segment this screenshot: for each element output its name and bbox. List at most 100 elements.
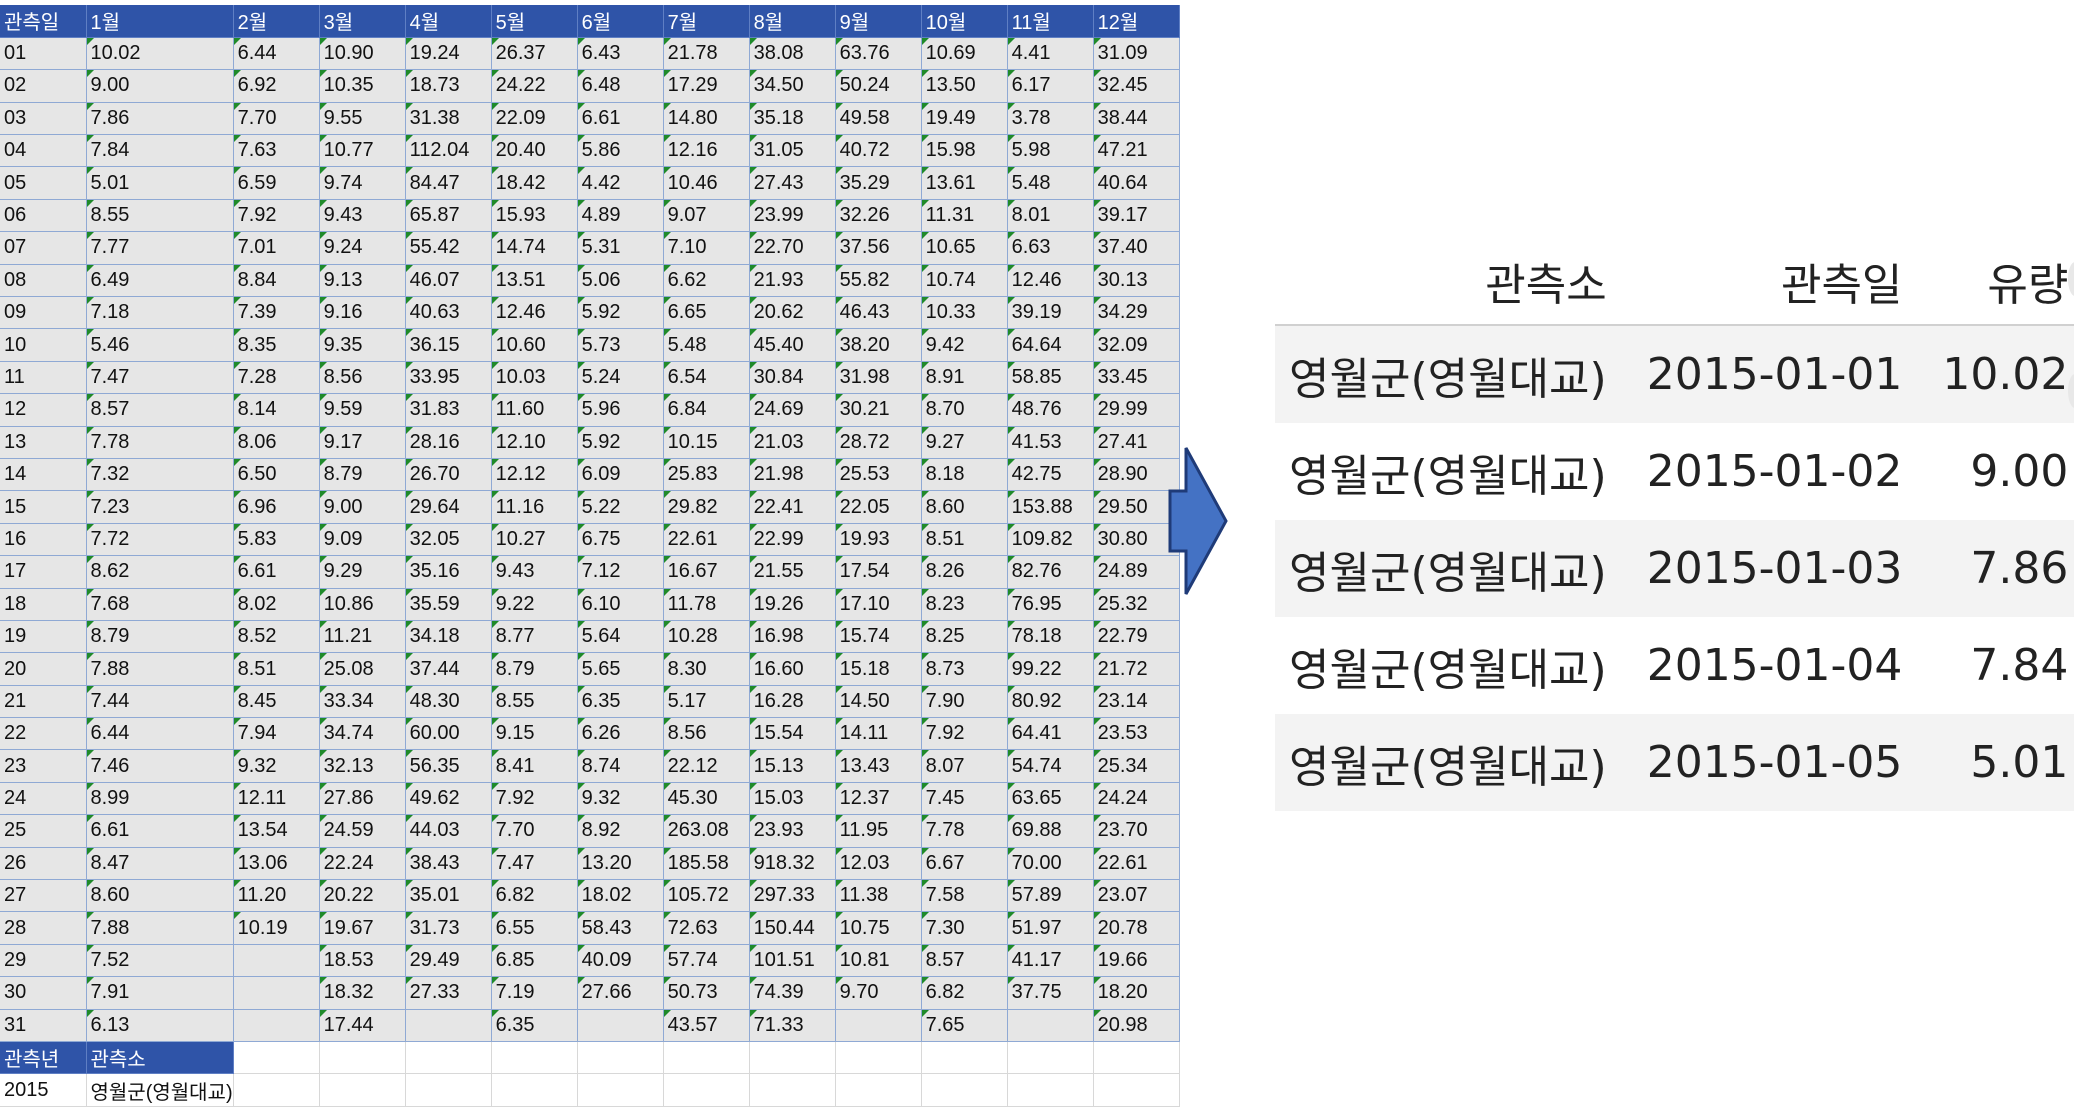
flow-cell[interactable]: 7.45 [921,782,1008,816]
flow-cell[interactable]: 38.43 [405,847,492,881]
flow-cell[interactable]: 5.73 [577,328,664,362]
flow-cell[interactable]: 7.39 [233,296,320,330]
flow-cell[interactable]: 33.95 [405,361,492,395]
flow-cell[interactable]: 30.13 [1093,264,1180,298]
row-day-cell[interactable]: 25 [0,814,87,848]
flow-cell[interactable]: 30.21 [835,393,922,427]
flow-cell[interactable]: 41.17 [1007,944,1094,978]
flow-cell[interactable]: 15.13 [749,749,836,783]
flow-cell[interactable]: 22.24 [319,847,406,881]
flow-cell[interactable]: 54.74 [1007,749,1094,783]
flow-cell[interactable]: 24.69 [749,393,836,427]
flow-cell[interactable]: 7.28 [233,361,320,395]
flow-cell[interactable]: 18.53 [319,944,406,978]
flow-cell[interactable]: 27.66 [577,976,664,1010]
flow-cell[interactable]: 17.10 [835,588,922,621]
flow-cell[interactable]: 105.72 [663,879,750,913]
flow-cell[interactable]: 7.92 [491,782,578,816]
empty-cell[interactable] [1007,1041,1094,1075]
row-day-cell[interactable]: 12 [0,393,87,427]
flow-cell[interactable]: 32.13 [319,749,406,783]
flow-cell[interactable]: 4.42 [577,166,664,200]
row-day-cell[interactable]: 27 [0,879,87,913]
flow-cell[interactable]: 51.97 [1007,911,1094,945]
flow-cell[interactable]: 5.46 [86,328,234,362]
flow-cell[interactable]: 5.92 [577,426,664,459]
flow-cell[interactable]: 32.05 [405,523,492,557]
flow-cell[interactable]: 5.31 [577,231,664,265]
flow-cell[interactable]: 14.74 [491,231,578,265]
row-day-cell[interactable]: 06 [0,199,87,233]
flow-cell[interactable]: 43.57 [663,1009,750,1043]
flow-cell[interactable]: 9.27 [921,426,1008,459]
flow-cell[interactable]: 12.16 [663,134,750,168]
flow-cell[interactable]: 6.67 [921,847,1008,881]
column-header[interactable]: 관측일 [0,5,87,38]
flow-cell[interactable] [577,1009,664,1043]
row-day-cell[interactable]: 14 [0,458,87,492]
flow-cell[interactable]: 14.80 [663,102,750,136]
flow-cell[interactable]: 8.79 [319,458,406,492]
flow-cell[interactable]: 21.93 [749,264,836,298]
meta-value-cell[interactable]: 영월군(영월대교) [86,1073,234,1107]
flow-cell[interactable]: 76.95 [1007,588,1094,621]
flow-cell[interactable]: 55.82 [835,264,922,298]
flow-cell[interactable]: 72.63 [663,911,750,945]
flow-cell[interactable]: 38.44 [1093,102,1180,136]
flow-cell[interactable]: 23.53 [1093,717,1180,751]
empty-cell[interactable] [405,1041,492,1075]
empty-cell[interactable] [491,1041,578,1075]
flow-cell[interactable]: 10.77 [319,134,406,168]
flow-cell[interactable]: 6.26 [577,717,664,751]
flow-cell[interactable]: 9.15 [491,717,578,751]
flow-cell[interactable]: 5.64 [577,620,664,654]
row-day-cell[interactable]: 31 [0,1009,87,1043]
flow-cell[interactable]: 8.14 [233,393,320,427]
flow-cell[interactable]: 99.22 [1007,652,1094,686]
flow-cell[interactable]: 22.70 [749,231,836,265]
flow-cell[interactable]: 25.83 [663,458,750,492]
flow-cell[interactable]: 10.35 [319,69,406,103]
flow-cell[interactable]: 40.72 [835,134,922,168]
flow-cell[interactable]: 8.26 [921,555,1008,589]
flow-cell[interactable]: 9.16 [319,296,406,330]
flow-cell[interactable]: 39.19 [1007,296,1094,330]
flow-cell[interactable]: 19.67 [319,911,406,945]
flow-cell[interactable]: 33.45 [1093,361,1180,395]
flow-cell[interactable]: 45.40 [749,328,836,362]
flow-cell[interactable]: 4.89 [577,199,664,233]
flow-cell[interactable]: 9.55 [319,102,406,136]
flow-cell[interactable]: 6.61 [577,102,664,136]
flow-cell[interactable]: 6.13 [86,1009,234,1043]
flow-cell[interactable]: 8.45 [233,685,320,719]
flow-cell[interactable]: 11.31 [921,199,1008,233]
flow-cell[interactable]: 35.29 [835,166,922,200]
flow-cell[interactable]: 3.78 [1007,102,1094,136]
flow-cell[interactable]: 7.12 [577,555,664,589]
flow-cell[interactable]: 6.44 [86,717,234,751]
flow-cell[interactable]: 6.17 [1007,69,1094,103]
flow-cell[interactable]: 10.65 [921,231,1008,265]
flow-cell[interactable]: 7.46 [86,749,234,783]
flow-cell[interactable]: 8.55 [491,685,578,719]
flow-cell[interactable]: 24.22 [491,69,578,103]
flow-cell[interactable]: 41.53 [1007,426,1094,459]
flow-cell[interactable]: 8.79 [491,652,578,686]
empty-cell[interactable] [835,1073,922,1107]
flow-cell[interactable]: 31.73 [405,911,492,945]
flow-cell[interactable]: 7.84 [86,134,234,168]
flow-cell[interactable]: 5.83 [233,523,320,557]
flow-cell[interactable]: 60.00 [405,717,492,751]
flow-cell[interactable]: 297.33 [749,879,836,913]
flow-cell[interactable]: 22.61 [1093,847,1180,881]
column-header[interactable]: 11월 [1007,5,1094,38]
row-day-cell[interactable]: 24 [0,782,87,816]
row-day-cell[interactable]: 17 [0,555,87,589]
flow-cell[interactable]: 12.12 [491,458,578,492]
row-day-cell[interactable]: 03 [0,102,87,136]
flow-cell[interactable]: 5.24 [577,361,664,395]
flow-cell[interactable]: 23.99 [749,199,836,233]
flow-cell[interactable]: 35.59 [405,588,492,621]
flow-cell[interactable]: 15.54 [749,717,836,751]
flow-cell[interactable]: 49.58 [835,102,922,136]
